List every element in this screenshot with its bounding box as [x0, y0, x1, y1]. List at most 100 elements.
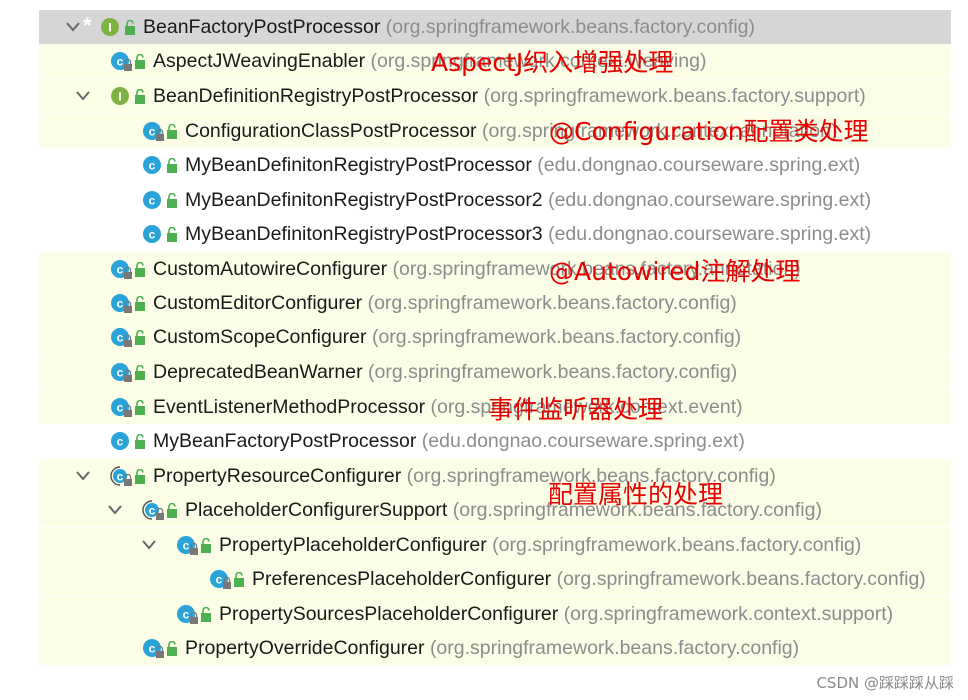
tree-row[interactable]: c PropertyResourceConfigurer (org.springf… — [39, 459, 951, 493]
class-name: CustomScopeConfigurer (org.springframewo… — [153, 326, 741, 349]
annotation-autowired: @Autowired注解处理 — [549, 257, 801, 286]
class-name-text: CustomEditorConfigurer — [153, 292, 363, 314]
public-badge-icon — [199, 606, 213, 622]
class-name: MyBeanDefinitonRegistryPostProcessor3 (e… — [185, 223, 871, 246]
tree-row[interactable]: c MyBeanDefinitonRegistryPostProcessor2 (… — [39, 183, 951, 217]
class-name: PropertyOverrideConfigurer (org.springfr… — [185, 637, 799, 660]
svg-text:c: c — [149, 159, 156, 173]
package-name: (org.springframework.beans.factory.suppo… — [483, 85, 866, 107]
class-name-text: CustomAutowireConfigurer — [153, 258, 388, 280]
svg-text:c: c — [117, 470, 124, 484]
class-name-text: PropertyOverrideConfigurer — [185, 637, 425, 659]
annotation-configuration: @Configuration配置类处理 — [549, 117, 869, 146]
public-badge-icon — [165, 640, 179, 656]
public-badge-icon — [232, 571, 246, 587]
public-badge-icon — [165, 192, 179, 208]
class-name: MyBeanDefinitonRegistryPostProcessor (ed… — [185, 154, 860, 177]
class-name-text: MyBeanDefinitonRegistryPostProcessor2 — [185, 189, 543, 211]
public-badge-icon — [165, 123, 179, 139]
package-name: (edu.dongnao.courseware.spring.ext) — [537, 154, 861, 176]
svg-text:I: I — [108, 21, 111, 35]
svg-text:c: c — [117, 55, 124, 69]
tree-row[interactable]: c CustomScopeConfigurer (org.springframew… — [39, 320, 951, 354]
class-icon: c — [141, 636, 167, 660]
package-name: (edu.dongnao.courseware.spring.ext) — [548, 223, 872, 245]
class-icon: c — [141, 188, 167, 212]
class-name-text: MyBeanDefinitonRegistryPostProcessor3 — [185, 223, 543, 245]
svg-text:c: c — [117, 263, 124, 277]
abstract-class-icon: c — [141, 498, 167, 522]
svg-text:c: c — [117, 435, 124, 449]
svg-text:c: c — [117, 366, 124, 380]
class-name: PreferencesPlaceholderConfigurer (org.sp… — [252, 568, 926, 591]
class-name: MyBeanFactoryPostProcessor (edu.dongnao.… — [153, 430, 745, 453]
class-icon: c — [175, 533, 201, 557]
package-name: (org.springframework.beans.factory.confi… — [429, 637, 800, 659]
svg-text:c: c — [149, 125, 156, 139]
class-name-text: BeanFactoryPostProcessor — [143, 16, 381, 38]
svg-text:c: c — [183, 608, 190, 622]
class-icon: c — [141, 119, 167, 143]
class-icon: c — [109, 360, 135, 384]
class-name: MyBeanDefinitonRegistryPostProcessor2 (e… — [185, 189, 871, 212]
tree-row[interactable]: c PropertyOverrideConfigurer (org.springf… — [39, 631, 951, 665]
public-badge-icon — [133, 88, 147, 104]
package-name: (org.springframework.beans.factory.confi… — [371, 326, 742, 348]
class-name-text: PropertySourcesPlaceholderConfigurer — [219, 603, 559, 625]
public-badge-icon — [199, 537, 213, 553]
annotation-property: 配置属性的处理 — [548, 480, 724, 509]
chevron-down-icon[interactable] — [65, 19, 81, 35]
tree-row[interactable]: c MyBeanDefinitonRegistryPostProcessor (e… — [39, 148, 951, 182]
star-icon: * — [83, 13, 92, 38]
tree-row[interactable]: c MyBeanDefinitonRegistryPostProcessor3 (… — [39, 217, 951, 251]
class-name-text: MyBeanFactoryPostProcessor — [153, 430, 417, 452]
svg-text:I: I — [118, 90, 121, 104]
csdn-watermark: CSDN @踩踩踩从踩 — [816, 674, 954, 692]
tree-row[interactable]: c PropertySourcesPlaceholderConfigurer (o… — [39, 597, 951, 631]
class-name: DeprecatedBeanWarner (org.springframewor… — [153, 361, 737, 384]
class-name-text: PlaceholderConfigurerSupport — [185, 499, 448, 521]
class-icon: c — [109, 291, 135, 315]
tree-row[interactable]: I BeanDefinitionRegistryPostProcessor (or… — [39, 79, 951, 113]
tree-row[interactable]: c PreferencesPlaceholderConfigurer (org.s… — [39, 562, 951, 596]
svg-text:c: c — [149, 194, 156, 208]
chevron-down-icon[interactable] — [107, 502, 123, 518]
tree-row[interactable]: * I BeanFactoryPostProcessor (org.springfr… — [39, 10, 951, 44]
public-badge-icon — [133, 399, 147, 415]
chevron-down-icon[interactable] — [75, 468, 91, 484]
svg-text:c: c — [183, 539, 190, 553]
public-badge-icon — [133, 261, 147, 277]
class-name: PlaceholderConfigurerSupport (org.spring… — [185, 499, 822, 522]
chevron-down-icon[interactable] — [141, 537, 157, 553]
class-name-text: EventListenerMethodProcessor — [153, 396, 426, 418]
class-name-text: MyBeanDefinitonRegistryPostProcessor — [185, 154, 532, 176]
class-name-text: BeanDefinitionRegistryPostProcessor — [153, 85, 479, 107]
class-icon: c — [109, 257, 135, 281]
svg-text:c: c — [117, 297, 124, 311]
package-name: (org.springframework.beans.factory.confi… — [556, 568, 926, 590]
tree-row[interactable]: c MyBeanFactoryPostProcessor (edu.dongnao… — [39, 424, 951, 458]
interface-icon: I — [99, 15, 125, 39]
class-icon: c — [109, 49, 135, 73]
package-name: (org.springframework.context.support) — [563, 603, 894, 625]
public-badge-icon — [133, 468, 147, 484]
tree-row[interactable]: c DeprecatedBeanWarner (org.springframewo… — [39, 355, 951, 389]
package-name: (org.springframework.beans.factory.confi… — [367, 292, 737, 314]
class-icon: c — [175, 602, 201, 626]
package-name: (org.springframework.beans.factory.confi… — [492, 534, 862, 556]
class-name-text: CustomScopeConfigurer — [153, 326, 367, 348]
svg-text:c: c — [149, 642, 156, 656]
chevron-down-icon[interactable] — [75, 88, 91, 104]
tree-row[interactable]: c PlaceholderConfigurerSupport (org.sprin… — [39, 493, 951, 527]
class-icon: c — [141, 222, 167, 246]
tree-row[interactable]: c CustomAutowireConfigurer (org.springfra… — [39, 252, 951, 286]
public-badge-icon — [165, 157, 179, 173]
tree-row[interactable]: c CustomEditorConfigurer (org.springframe… — [39, 286, 951, 320]
tree-row[interactable]: c PropertyPlaceholderConfigurer (org.spri… — [39, 528, 951, 562]
svg-text:c: c — [117, 331, 124, 345]
class-icon: c — [141, 153, 167, 177]
class-icon: c — [109, 325, 135, 349]
public-badge-icon — [133, 53, 147, 69]
public-badge-icon — [133, 364, 147, 380]
class-name: BeanDefinitionRegistryPostProcessor (org… — [153, 85, 866, 108]
